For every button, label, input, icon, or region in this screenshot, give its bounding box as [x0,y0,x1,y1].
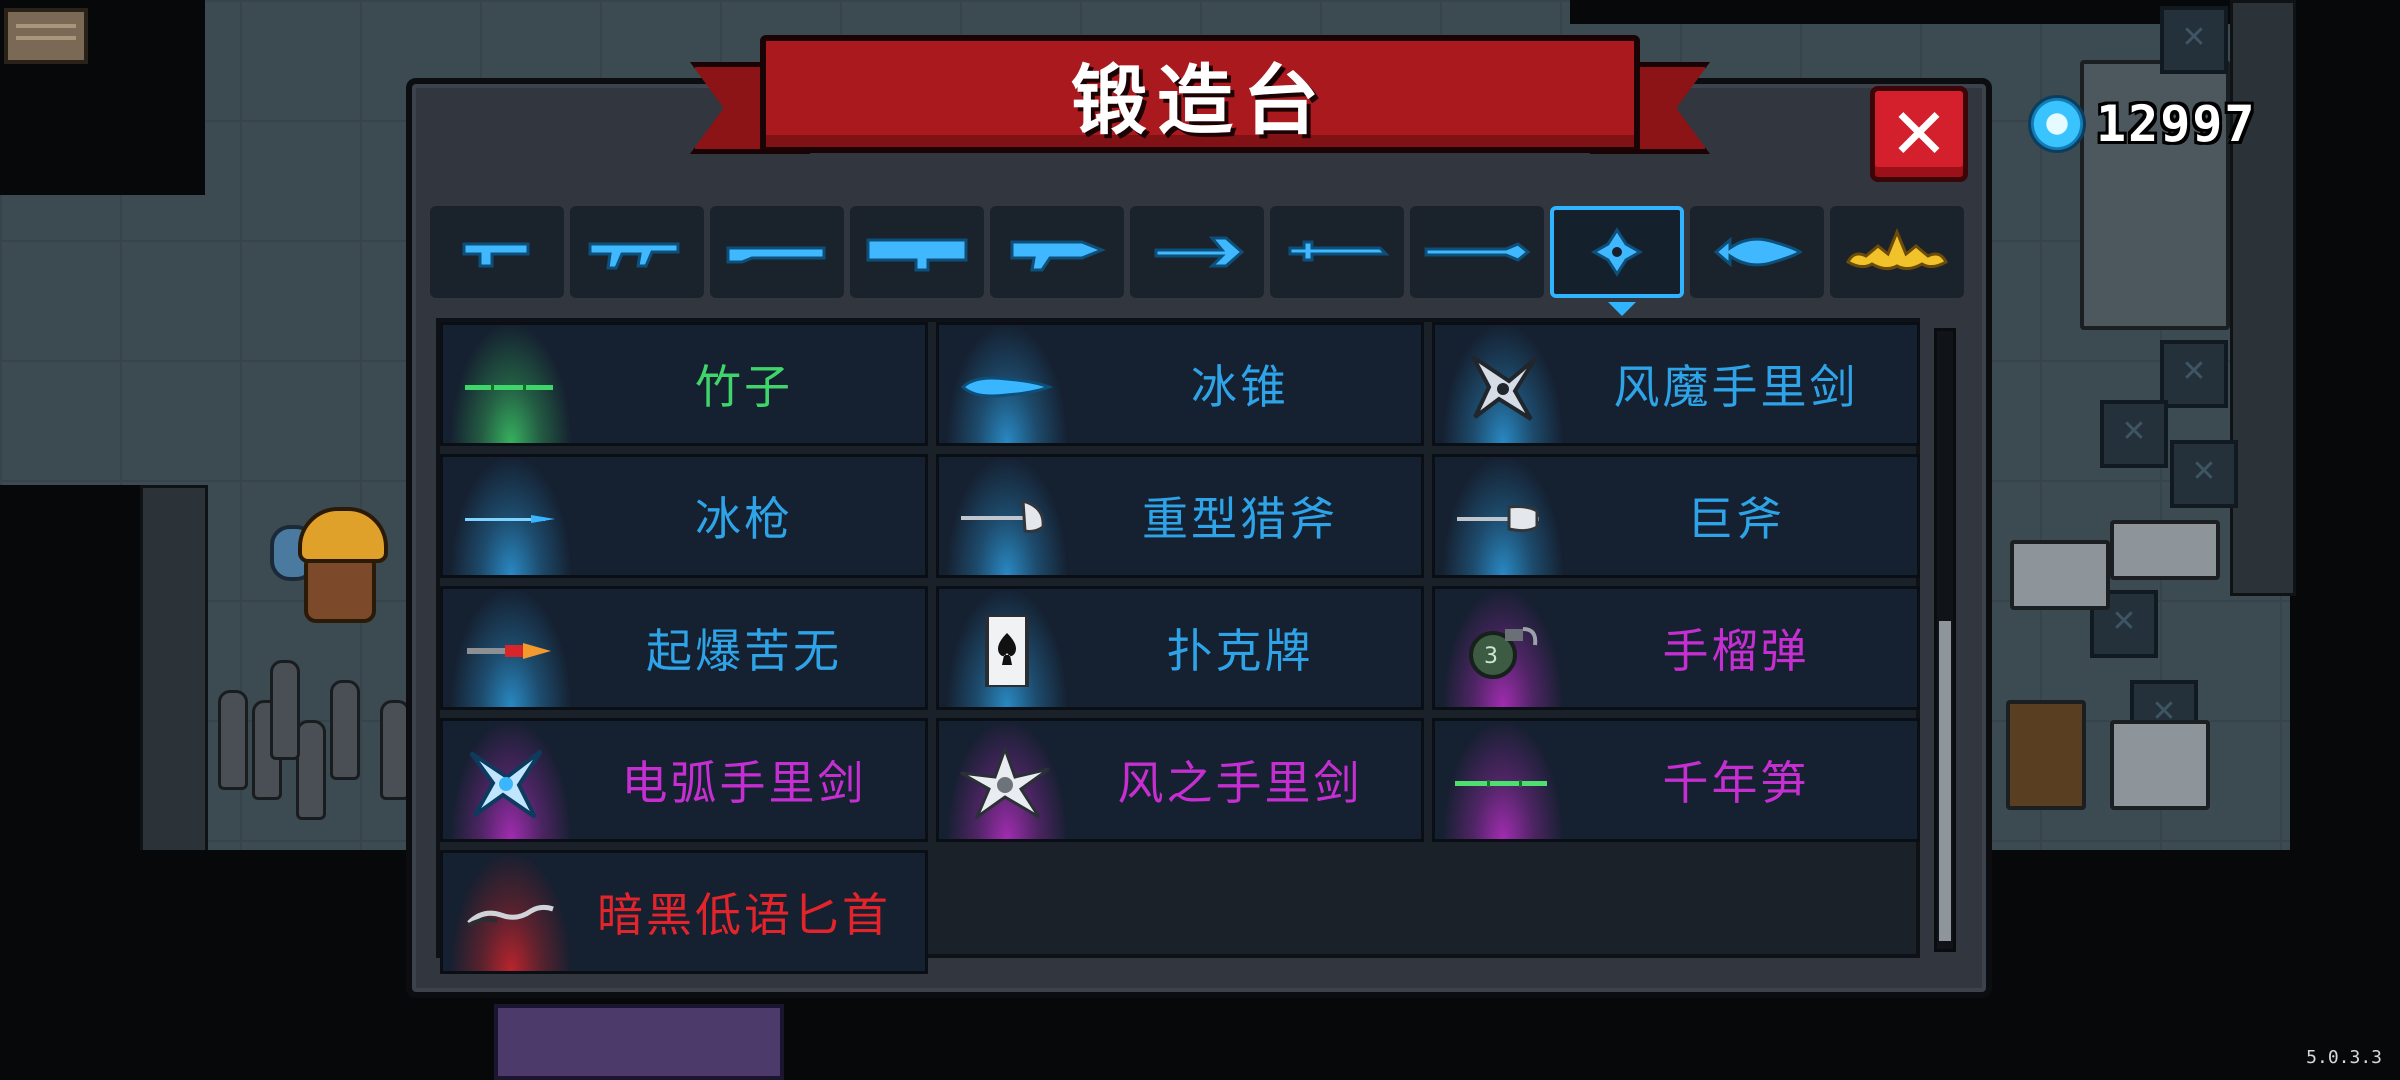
item-name: 风魔手里剑 [1613,360,1859,414]
svg-text:3: 3 [1484,644,1498,669]
blue-gem-icon [2028,95,2086,153]
poker-card-icon [985,615,1029,687]
npc-body [304,553,376,623]
crate [2160,6,2228,74]
tab-rocket-launcher[interactable] [850,206,984,298]
dark-wall-top [1570,0,2230,24]
panel-title: 锻造台 [1071,56,1329,145]
bamboo-icon [465,384,553,391]
crate [2170,440,2238,508]
shotgun-icon [726,246,826,264]
crown-icon [1846,228,1948,271]
gas-bottle [296,720,326,820]
item-cell[interactable]: 暗黑低语匕首 [440,850,928,974]
fuma-shuriken-icon [1471,355,1537,421]
arc-shuriken-icon [469,749,543,819]
item-name: 电弧手里剑 [621,756,867,810]
tab-shotgun[interactable] [710,206,844,298]
bed-frame [2010,540,2110,610]
tab-assault-rifle[interactable] [570,206,704,298]
explosive-kunai-icon [467,643,551,659]
scrollbar-thumb[interactable] [1939,621,1951,941]
bed-frame [2110,720,2210,810]
bow-icon [1154,236,1245,268]
pistol-icon [462,242,530,268]
tab-bow[interactable] [1130,206,1264,298]
currency-display: 12997 [2028,94,2257,154]
item-cell[interactable]: 冰枪 [440,454,928,578]
wall-sign [4,8,88,64]
item-name: 巨斧 [1687,492,1785,546]
wall-pillar-left [140,485,208,856]
ice-spear-icon [465,515,555,523]
item-cell[interactable]: 电弧手里剑 [440,718,928,842]
item-cell[interactable]: 起爆苦无 [440,586,928,710]
item-cell[interactable]: 风魔手里剑 [1432,322,1920,446]
tab-throwable[interactable] [1550,206,1684,316]
laser-gun-icon [1010,240,1107,272]
item-cell[interactable]: 风之手里剑 [936,718,1424,842]
heavy-axe-icon [961,498,1045,533]
version-label: 5.0.3.3 [2306,1047,2382,1068]
item-name: 竹子 [695,360,793,414]
grenade-icon: 3 [1469,627,1538,679]
tab-pistol[interactable] [430,206,564,298]
item-name: 冰锥 [1191,360,1289,414]
item-cell[interactable]: 冰锥 [936,322,1424,446]
bamboo-shoot-icon [1455,780,1547,787]
close-x-icon: ✕ [1889,93,1949,175]
rocket-launcher-icon [866,238,968,272]
npc-character[interactable] [270,505,400,625]
giant-axe-icon [1457,505,1539,533]
item-cell[interactable]: 巨斧 [1432,454,1920,578]
close-button[interactable]: ✕ [1870,86,1968,182]
tab-fish[interactable] [1690,206,1824,298]
item-grid: 竹子 冰锥 风魔手里剑 冰枪 重型猎斧 巨斧 起爆苦无 扑克牌 3 手榴弹 电弧… [440,322,1920,974]
tab-spear[interactable] [1410,206,1544,298]
item-name: 千年笋 [1662,756,1810,810]
sword-icon [1288,240,1390,262]
item-list-scrollbar[interactable] [1934,328,1956,952]
item-cell[interactable]: 重型猎斧 [936,454,1424,578]
item-cell[interactable]: 扑克牌 [936,586,1424,710]
item-name: 重型猎斧 [1142,492,1338,546]
item-cell[interactable]: 竹子 [440,322,928,446]
category-tabs [430,206,1970,316]
title-banner: 锻造台 [690,30,1710,180]
fish-icon [1713,236,1803,268]
gas-bottle [270,660,300,760]
item-name: 手榴弹 [1662,624,1810,678]
item-cell[interactable]: 千年笋 [1432,718,1920,842]
dark-whisper-dagger-icon [467,904,554,927]
tab-laser-gun[interactable] [990,206,1124,298]
crate [2100,400,2168,468]
assault-rifle-icon [588,242,680,270]
dark-wall-left [0,485,140,850]
tab-sword[interactable] [1270,206,1404,298]
ice-cone-icon [960,376,1053,398]
bed-frame [2110,520,2220,580]
item-cell[interactable]: 3 手榴弹 [1432,586,1920,710]
ribbon-main: 锻造台 [760,35,1640,153]
tab-crown[interactable] [1830,206,1964,298]
item-name: 暗黑低语匕首 [597,888,891,942]
dark-wall-right [2290,0,2400,850]
throwable-icon [1590,227,1644,277]
wall-pillar-right [2230,0,2296,596]
spear-icon [1424,242,1531,262]
currency-value: 12997 [2096,95,2257,153]
gas-bottle [218,690,248,790]
item-name: 起爆苦无 [646,624,842,678]
item-name: 风之手里剑 [1117,756,1363,810]
purple-door [494,1004,784,1080]
npc-hat [298,507,388,563]
crate [2160,340,2228,408]
gas-bottle [330,680,360,780]
wind-shuriken-icon [960,747,1050,819]
item-name: 冰枪 [695,492,793,546]
item-name: 扑克牌 [1166,624,1314,678]
stand [2006,700,2086,810]
